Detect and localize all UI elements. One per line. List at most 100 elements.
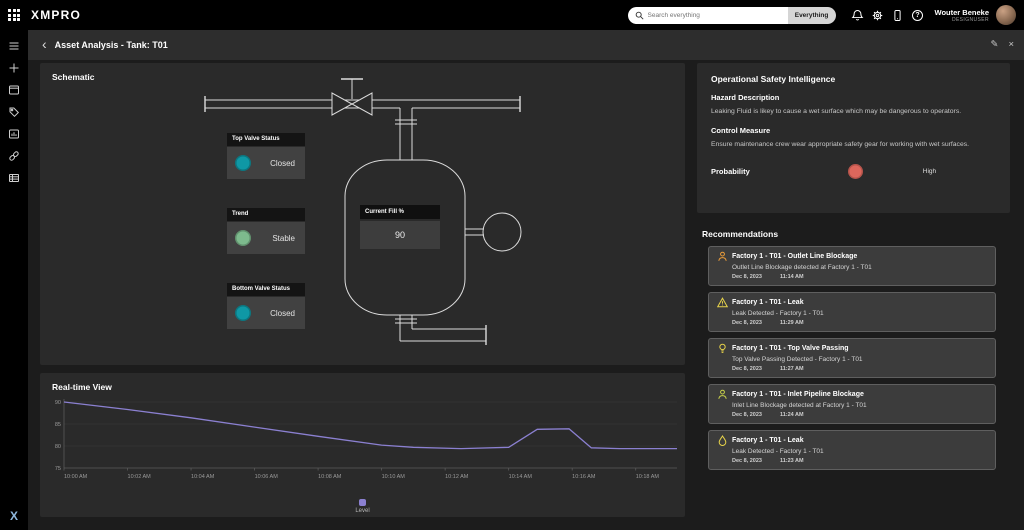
top-valve-status-indicator (235, 155, 251, 171)
sidebar-item-tags[interactable] (0, 101, 28, 123)
app-launcher-button[interactable] (0, 0, 28, 30)
recommendation-title: Factory 1 - T01 - Outlet Line Blockage (732, 253, 857, 260)
svg-text:10:02 AM: 10:02 AM (128, 474, 152, 480)
avatar[interactable] (996, 5, 1016, 25)
recommendation-time: 11:29 AM (780, 320, 804, 326)
top-valve-status-text: Closed (270, 159, 295, 168)
safety-title: Operational Safety Intelligence (711, 65, 996, 84)
hazard-text: Leaking Fluid is likey to cause a wet su… (711, 107, 996, 117)
user-menu[interactable]: Wouter Beneke DESIGNUSER (935, 8, 989, 23)
recommendation-card[interactable]: Factory 1 - T01 - Outlet Line Blockage O… (708, 246, 996, 286)
recommendations-list: Factory 1 - T01 - Outlet Line Blockage O… (708, 246, 996, 476)
current-fill-value: 90 (360, 221, 440, 249)
notifications-button[interactable] (848, 5, 868, 25)
level-line-chart: 9085807510:00 AM10:02 AM10:04 AM10:06 AM… (40, 396, 685, 498)
sidebar-add-button[interactable] (0, 57, 28, 79)
user-name: Wouter Beneke (935, 8, 989, 17)
bottom-valve-status-text: Closed (270, 309, 295, 318)
sidebar-item-apps[interactable] (0, 79, 28, 101)
legend-label: Level (355, 508, 369, 514)
chart-legend[interactable]: Level (40, 499, 685, 514)
device-icon (891, 9, 904, 22)
back-button[interactable]: ‹ (42, 37, 47, 51)
bottom-valve-status-label: Bottom Valve Status (227, 283, 305, 296)
svg-text:10:00 AM: 10:00 AM (64, 474, 88, 480)
svg-text:90: 90 (55, 400, 61, 406)
sidebar-item-integrations[interactable] (0, 145, 28, 167)
edit-icon[interactable]: ✎ (990, 40, 998, 50)
search-scope-dropdown[interactable]: Everything (788, 7, 836, 24)
recommendation-date: Dec 8, 2023 (732, 366, 762, 372)
recommendation-title: Factory 1 - T01 - Leak (732, 299, 804, 306)
trend-label: Trend (227, 208, 305, 221)
recommendation-meta: Dec 8, 2023 11:14 AM (732, 274, 987, 280)
recommendation-title: Factory 1 - T01 - Leak (732, 437, 804, 444)
recommendation-time: 11:14 AM (780, 274, 804, 280)
probability-value: High (923, 168, 936, 175)
search-icon (635, 11, 644, 20)
menu-icon (8, 40, 20, 52)
recommendation-card[interactable]: Factory 1 - T01 - Leak Leak Detected - F… (708, 430, 996, 470)
svg-text:10:12 AM: 10:12 AM (445, 474, 469, 480)
recommendations-heading: Recommendations (702, 229, 778, 239)
legend-swatch (359, 499, 366, 506)
trend-value: Stable (227, 222, 305, 254)
operator-icon (717, 389, 728, 400)
recommendation-time: 11:23 AM (780, 458, 804, 464)
page-title: Asset Analysis - Tank: T01 (55, 40, 168, 50)
top-valve-status-value: Closed (227, 147, 305, 179)
left-sidebar: X (0, 30, 28, 530)
svg-text:10:10 AM: 10:10 AM (382, 474, 406, 480)
close-icon[interactable]: × (1008, 40, 1014, 50)
sidebar-item-data[interactable] (0, 167, 28, 189)
search-input[interactable] (648, 12, 773, 19)
recommendation-card[interactable]: Factory 1 - T01 - Top Valve Passing Top … (708, 338, 996, 378)
help-button[interactable]: ? (908, 5, 928, 25)
svg-text:10:18 AM: 10:18 AM (636, 474, 660, 480)
recommendation-desc: Leak Detected - Factory 1 - T01 (732, 310, 987, 317)
bottom-valve-status-value: Closed (227, 297, 305, 329)
settings-button[interactable] (868, 5, 888, 25)
top-valve-symbol (332, 79, 372, 115)
recommendation-card[interactable]: Factory 1 - T01 - Leak Leak Detected - F… (708, 292, 996, 332)
sidebar-menu-button[interactable] (0, 35, 28, 57)
help-icon: ? (912, 10, 923, 21)
trend-text: Stable (272, 234, 295, 243)
recommendation-date: Dec 8, 2023 (732, 412, 762, 418)
xmpro-x-logo-icon[interactable]: X (10, 509, 18, 523)
xmpro-logo: XMPRO (31, 8, 81, 22)
recommendation-title: Factory 1 - T01 - Inlet Pipeline Blockag… (732, 391, 864, 398)
outlet-pipe (395, 315, 486, 345)
realtime-card: Real-time View 9085807510:00 AM10:02 AM1… (40, 373, 685, 517)
level-gauge (465, 213, 521, 251)
tag-icon (8, 106, 20, 118)
recommendation-desc: Outlet Line Blockage detected at Factory… (732, 264, 987, 271)
svg-text:10:04 AM: 10:04 AM (191, 474, 215, 480)
probability-label: Probability (711, 167, 750, 176)
lightbulb-icon (717, 343, 728, 354)
trend-indicator (235, 230, 251, 246)
control-heading: Control Measure (711, 126, 996, 135)
recommendation-meta: Dec 8, 2023 11:27 AM (732, 366, 987, 372)
app-window-icon (8, 84, 20, 96)
svg-text:10:06 AM: 10:06 AM (255, 474, 279, 480)
safety-intelligence-card: Operational Safety Intelligence Hazard D… (697, 63, 1010, 213)
link-icon (8, 150, 20, 162)
mobile-app-button[interactable] (888, 5, 908, 25)
bottom-valve-status-indicator (235, 305, 251, 321)
recommendation-date: Dec 8, 2023 (732, 274, 762, 280)
sidebar-item-analytics[interactable] (0, 123, 28, 145)
page-header: ‹ Asset Analysis - Tank: T01 ✎ × (28, 30, 1024, 60)
search-box[interactable] (628, 7, 788, 24)
warning-triangle-icon (717, 297, 728, 308)
recommendation-title: Factory 1 - T01 - Top Valve Passing (732, 345, 849, 352)
top-bar: XMPRO Everything (0, 0, 1024, 30)
inlet-riser-pipe (395, 108, 417, 160)
gear-icon (871, 9, 884, 22)
recommendation-date: Dec 8, 2023 (732, 320, 762, 326)
svg-text:10:16 AM: 10:16 AM (572, 474, 596, 480)
svg-text:10:14 AM: 10:14 AM (509, 474, 533, 480)
recommendation-time: 11:27 AM (780, 366, 804, 372)
recommendation-card[interactable]: Factory 1 - T01 - Inlet Pipeline Blockag… (708, 384, 996, 424)
operator-alert-icon (717, 251, 728, 262)
